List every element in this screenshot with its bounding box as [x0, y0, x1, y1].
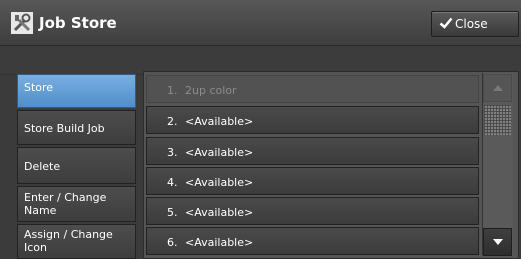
list-item-number: 2. — [167, 115, 178, 128]
arrow-up-icon — [493, 85, 503, 91]
menu-item-assign-change-icon[interactable]: Assign / Change Icon — [17, 224, 136, 259]
menu-item-store[interactable]: Store — [17, 74, 136, 108]
menu-item-enter-change-name[interactable]: Enter / Change Name — [17, 186, 136, 222]
list-item[interactable]: 2. <Available> — [146, 106, 479, 134]
list-item-number: 4. — [167, 176, 178, 189]
list-item-number: 3. — [167, 146, 178, 159]
scrollbar-thumb[interactable] — [484, 105, 511, 135]
window-title: Job Store — [39, 14, 117, 32]
check-icon — [439, 17, 453, 29]
list-item-number: 1. — [167, 84, 178, 97]
menu-item-label: Delete — [24, 160, 61, 173]
close-button-label: Close — [455, 17, 488, 31]
menu-item-label: Enter / Change Name — [24, 191, 107, 217]
list-item[interactable]: 4. <Available> — [146, 167, 479, 195]
title-bar: Job Store Close — [0, 0, 521, 46]
menu-item-label: Store — [24, 81, 54, 94]
list-item-text: <Available> — [185, 176, 254, 189]
menu-item-label: Assign / Change Icon — [24, 228, 113, 254]
list-item-text: <Available> — [185, 146, 254, 159]
list-item-number: 6. — [167, 236, 178, 249]
list-item[interactable]: 3. <Available> — [146, 137, 479, 165]
list-item-text: 2up color — [185, 84, 237, 97]
scroll-down-button[interactable] — [483, 228, 512, 256]
list-item: 1. 2up color — [146, 75, 479, 103]
scroll-up-button[interactable] — [483, 74, 512, 102]
list-item-text: <Available> — [185, 206, 254, 219]
list-item-text: <Available> — [185, 115, 254, 128]
close-button[interactable]: Close — [431, 11, 519, 37]
list-item-text: <Available> — [185, 236, 254, 249]
list-item-number: 5. — [167, 206, 178, 219]
menu-item-store-build-job[interactable]: Store Build Job — [17, 110, 136, 145]
tools-icon — [11, 12, 33, 34]
list-item[interactable]: 5. <Available> — [146, 197, 479, 225]
menu-item-label: Store Build Job — [24, 122, 105, 135]
menu-item-delete[interactable]: Delete — [17, 147, 136, 184]
arrow-down-icon — [493, 239, 503, 245]
list-item[interactable]: 6. <Available> — [146, 227, 479, 255]
